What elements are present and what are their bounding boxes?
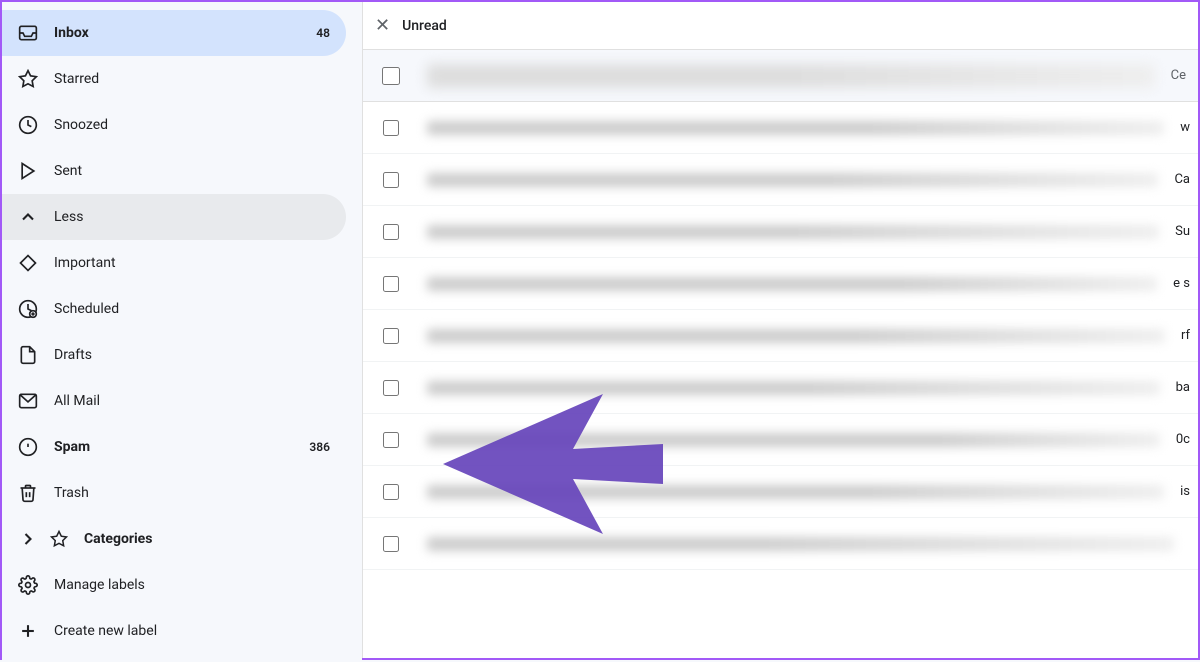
sidebar-item-categories-label: Categories bbox=[84, 531, 330, 547]
table-row[interactable]: Ca bbox=[363, 154, 1198, 206]
sidebar-item-manage-labels-label: Manage labels bbox=[54, 577, 330, 593]
checkbox-area[interactable] bbox=[371, 380, 411, 396]
sidebar-item-all-mail-label: All Mail bbox=[54, 393, 330, 409]
table-row[interactable]: 0c bbox=[363, 414, 1198, 466]
email-checkbox[interactable] bbox=[383, 484, 399, 500]
unread-header: ✕ Unread bbox=[363, 2, 1198, 50]
checkbox-area[interactable] bbox=[371, 172, 411, 188]
sidebar-item-create-new-label[interactable]: Create new label bbox=[2, 608, 346, 654]
right-snippet-1: w bbox=[1180, 120, 1190, 135]
sidebar-item-scheduled[interactable]: Scheduled bbox=[2, 286, 346, 332]
sidebar-item-inbox[interactable]: Inbox 48 bbox=[2, 10, 346, 56]
checkbox-area[interactable] bbox=[371, 224, 411, 240]
table-row[interactable]: w bbox=[363, 102, 1198, 154]
scheduled-icon bbox=[18, 299, 38, 319]
sidebar-item-manage-labels[interactable]: Manage labels bbox=[2, 562, 346, 608]
right-snippet-3: Su bbox=[1175, 224, 1190, 239]
sidebar-item-sent-label: Sent bbox=[54, 163, 330, 179]
sidebar-item-sent[interactable]: Sent bbox=[2, 148, 346, 194]
sidebar-item-snoozed[interactable]: Snoozed bbox=[2, 102, 346, 148]
sidebar-item-less-label: Less bbox=[54, 209, 330, 225]
select-all-checkbox[interactable] bbox=[382, 67, 400, 85]
table-row[interactable]: Su bbox=[363, 206, 1198, 258]
sidebar-item-spam[interactable]: Spam 386 bbox=[2, 424, 346, 470]
close-unread-button[interactable]: ✕ bbox=[375, 15, 390, 36]
main-content: ✕ Unread Ce w Ca bbox=[362, 2, 1198, 658]
email-checkbox[interactable] bbox=[383, 536, 399, 552]
clock-icon bbox=[18, 115, 38, 135]
sidebar-item-inbox-label: Inbox bbox=[54, 25, 300, 41]
important-icon bbox=[18, 253, 38, 273]
sidebar-item-less[interactable]: Less bbox=[2, 194, 346, 240]
categories-chevron-icon bbox=[18, 529, 38, 549]
right-snippet-5: rf bbox=[1181, 328, 1190, 343]
email-checkbox[interactable] bbox=[383, 432, 399, 448]
checkbox-area[interactable] bbox=[371, 432, 411, 448]
sidebar-item-important-label: Important bbox=[54, 255, 330, 271]
allmail-icon bbox=[18, 391, 38, 411]
table-row[interactable]: e s bbox=[363, 258, 1198, 310]
sidebar-item-all-mail[interactable]: All Mail bbox=[2, 378, 346, 424]
sidebar-item-important[interactable]: Important bbox=[2, 240, 346, 286]
chevron-up-icon bbox=[18, 207, 38, 227]
email-list: Ce w Ca Su bbox=[363, 50, 1198, 658]
trash-icon bbox=[18, 483, 38, 503]
sidebar-item-scheduled-label: Scheduled bbox=[54, 301, 330, 317]
right-snippet-6: ba bbox=[1176, 380, 1190, 395]
sidebar-item-drafts-label: Drafts bbox=[54, 347, 330, 363]
sidebar-item-spam-label: Spam bbox=[54, 439, 293, 455]
checkbox-area[interactable] bbox=[371, 328, 411, 344]
checkbox-area[interactable] bbox=[371, 536, 411, 552]
email-checkbox[interactable] bbox=[383, 276, 399, 292]
sidebar-item-spam-count: 386 bbox=[309, 440, 330, 454]
sidebar: Inbox 48 Starred Snoozed Sent bbox=[2, 2, 362, 662]
checkbox-area[interactable] bbox=[371, 484, 411, 500]
checkbox-area[interactable] bbox=[371, 276, 411, 292]
table-row[interactable] bbox=[363, 518, 1198, 570]
right-snippet-7: 0c bbox=[1176, 432, 1190, 447]
drafts-icon bbox=[18, 345, 38, 365]
select-all-checkbox-area[interactable] bbox=[371, 67, 411, 85]
unread-header-label: Unread bbox=[402, 18, 447, 34]
inbox-icon bbox=[18, 23, 38, 43]
sidebar-item-drafts[interactable]: Drafts bbox=[2, 332, 346, 378]
plus-icon bbox=[18, 621, 38, 641]
table-row[interactable]: is bbox=[363, 466, 1198, 518]
spam-icon bbox=[18, 437, 38, 457]
star-icon bbox=[18, 69, 38, 89]
sidebar-item-starred-label: Starred bbox=[54, 71, 330, 87]
email-checkbox[interactable] bbox=[383, 328, 399, 344]
email-checkbox[interactable] bbox=[383, 380, 399, 396]
sidebar-item-trash[interactable]: Trash bbox=[2, 470, 346, 516]
sidebar-item-create-new-label-label: Create new label bbox=[54, 623, 330, 639]
email-checkbox[interactable] bbox=[383, 224, 399, 240]
right-snippet-0: Ce bbox=[1171, 68, 1186, 83]
email-checkbox[interactable] bbox=[383, 172, 399, 188]
sidebar-item-starred[interactable]: Starred bbox=[2, 56, 346, 102]
right-snippet-8: is bbox=[1180, 484, 1190, 499]
right-snippet-4: e s bbox=[1173, 276, 1190, 291]
table-row[interactable]: ba bbox=[363, 362, 1198, 414]
sidebar-item-inbox-count: 48 bbox=[316, 26, 330, 40]
email-list-header-row[interactable]: Ce bbox=[363, 50, 1198, 102]
send-icon bbox=[18, 161, 38, 181]
gear-icon bbox=[18, 575, 38, 595]
categories-label-icon bbox=[50, 529, 68, 549]
sidebar-item-categories[interactable]: Categories bbox=[2, 516, 346, 562]
sidebar-item-snoozed-label: Snoozed bbox=[54, 117, 330, 133]
right-snippet-2: Ca bbox=[1174, 172, 1190, 187]
email-checkbox[interactable] bbox=[383, 120, 399, 136]
sidebar-item-trash-label: Trash bbox=[54, 485, 330, 501]
checkbox-area[interactable] bbox=[371, 120, 411, 136]
table-row[interactable]: rf bbox=[363, 310, 1198, 362]
